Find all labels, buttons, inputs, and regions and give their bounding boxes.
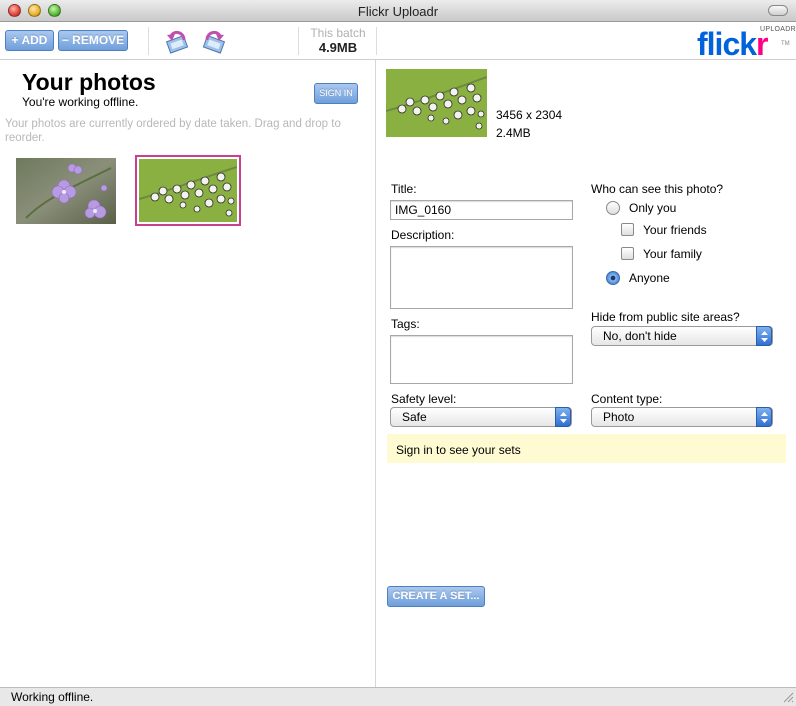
- selected-photo-thumbnail[interactable]: [135, 155, 241, 226]
- ordering-hint: Your photos are currently ordered by dat…: [5, 118, 341, 144]
- friends-label: Your friends: [643, 223, 707, 237]
- safety-label: Safety level:: [391, 392, 457, 406]
- tags-field[interactable]: [390, 335, 573, 384]
- logo-subtitle: UPLOADR: [760, 26, 796, 33]
- flickr-logo: flickr: [697, 26, 769, 62]
- sets-notice-text: Sign in to see your sets: [396, 443, 521, 457]
- window-title: Flickr Uploadr: [357, 4, 439, 19]
- safety-select-value: Safe: [402, 410, 427, 424]
- privacy-label: Who can see this photo?: [591, 182, 724, 196]
- only-you-radio[interactable]: [606, 201, 620, 215]
- toolbar-divider: [148, 27, 149, 55]
- safety-select[interactable]: Safe: [390, 407, 572, 427]
- photos-pane: Your photos You're working offline. SIGN…: [0, 60, 376, 687]
- title-field[interactable]: [390, 200, 573, 220]
- toolbar: + ADD − REMOVE This batch 4.9MB flickr U…: [0, 22, 796, 60]
- status-text: Working offline.: [11, 690, 94, 704]
- hide-label: Hide from public site areas?: [591, 310, 740, 324]
- friends-checkbox[interactable]: [621, 223, 634, 236]
- family-label: Your family: [643, 247, 702, 261]
- photo-thumbnail-image: [139, 159, 237, 222]
- resize-grip-icon[interactable]: [782, 691, 794, 703]
- title-label: Title:: [391, 182, 417, 196]
- photo-thumbnail[interactable]: [16, 158, 116, 224]
- create-set-button[interactable]: CREATE A SET...: [387, 586, 485, 607]
- window-titlebar: Flickr Uploadr: [0, 0, 796, 22]
- content-type-select[interactable]: Photo: [591, 407, 773, 427]
- hide-select-value: No, don't hide: [603, 329, 677, 343]
- toolbar-toggle-button[interactable]: [768, 5, 788, 16]
- remove-button[interactable]: − REMOVE: [58, 30, 128, 51]
- offline-subtitle: You're working offline.: [22, 95, 139, 109]
- sign-in-button[interactable]: SIGN IN: [314, 83, 358, 104]
- photo-file-size: 2.4MB: [496, 126, 531, 140]
- only-you-label: Only you: [629, 201, 677, 215]
- toolbar-divider: [298, 27, 299, 55]
- description-field[interactable]: [390, 246, 573, 309]
- status-bar: Working offline.: [0, 687, 796, 706]
- select-arrows-icon: [555, 407, 571, 427]
- page-title: Your photos: [22, 69, 156, 95]
- anyone-label: Anyone: [629, 271, 670, 285]
- content-type-label: Content type:: [591, 392, 663, 406]
- batch-label: This batch: [310, 26, 366, 40]
- rotate-left-icon[interactable]: [164, 28, 192, 54]
- photo-dimensions: 3456 x 2304: [496, 108, 563, 122]
- hide-select[interactable]: No, don't hide: [591, 326, 773, 346]
- description-label: Description:: [391, 228, 455, 242]
- select-arrows-icon: [756, 326, 772, 346]
- family-checkbox[interactable]: [621, 247, 634, 260]
- content-type-select-value: Photo: [603, 410, 635, 424]
- add-button[interactable]: + ADD: [5, 30, 54, 51]
- logo-trademark: TM: [781, 41, 790, 47]
- tags-label: Tags:: [391, 317, 420, 331]
- rotate-right-icon[interactable]: [199, 28, 227, 54]
- batch-size: 4.9MB: [318, 40, 358, 55]
- photo-details-pane: 3456 x 2304 2.4MB Title: Description: Ta…: [377, 60, 796, 687]
- select-arrows-icon: [756, 407, 772, 427]
- photo-preview: [386, 69, 487, 137]
- anyone-radio[interactable]: [606, 271, 620, 285]
- toolbar-divider: [376, 27, 377, 55]
- sets-notice: Sign in to see your sets: [387, 434, 786, 463]
